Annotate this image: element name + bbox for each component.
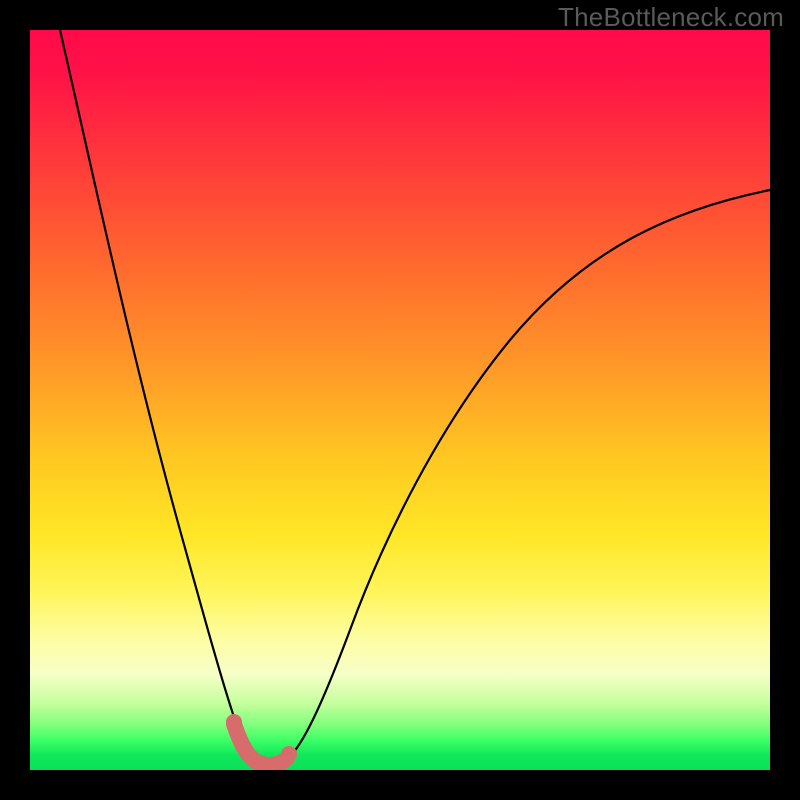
bottleneck-curve <box>30 30 770 770</box>
optimal-range-marker <box>226 714 297 765</box>
watermark-text: TheBottleneck.com <box>558 2 784 33</box>
plot-area <box>30 30 770 770</box>
curve-left-branch <box>60 30 253 760</box>
curve-right-branch <box>253 190 770 764</box>
chart-frame: TheBottleneck.com <box>0 0 800 800</box>
